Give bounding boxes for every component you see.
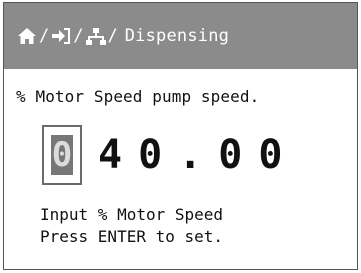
breadcrumb-separator: / <box>73 26 84 46</box>
prompt-text: % Motor Speed pump speed. <box>16 87 260 106</box>
screen-title: Dispensing <box>124 26 230 46</box>
value-entry[interactable]: 0 40.00 <box>42 123 298 187</box>
breadcrumb-separator: / <box>39 26 50 46</box>
hmi-screen: / / / Dispensing % Motor Speed pump spee… <box>3 2 358 270</box>
remaining-digits: 40.00 <box>98 132 299 178</box>
digit-cursor[interactable]: 0 <box>42 125 82 185</box>
help-text-line-1: Input % Motor Speed <box>40 205 224 224</box>
login-arrow-icon[interactable] <box>50 25 72 47</box>
title-bar: / / / Dispensing <box>4 3 357 69</box>
breadcrumb: / / / Dispensing <box>16 25 229 47</box>
help-text-line-2: Press ENTER to set. <box>40 227 224 246</box>
home-icon[interactable] <box>16 25 38 47</box>
breadcrumb-separator: / <box>107 26 118 46</box>
active-digit[interactable]: 0 <box>51 135 73 175</box>
network-icon[interactable] <box>85 25 107 47</box>
